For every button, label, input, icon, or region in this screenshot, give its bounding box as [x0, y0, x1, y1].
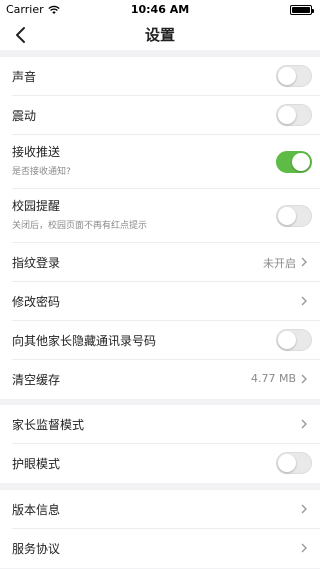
change-password-label: 修改密码 [12, 295, 61, 309]
fingerprint-row[interactable]: 指纹登录 未开启 [12, 243, 320, 282]
change-password-row[interactable]: 修改密码 [12, 282, 320, 321]
chevron-right-icon [301, 296, 307, 306]
page-title: 设置 [144, 26, 175, 44]
hide-contacts-row[interactable]: 向其他家长隐藏通讯录号码 [12, 321, 320, 360]
toggle-knob [292, 153, 310, 171]
vibration-row[interactable]: 震动 [12, 96, 320, 135]
settings-section-main: 声音 震动 接收推送 是否接收通知? 校园提醒 关闭后，校园页面不再有红点提示 … [0, 57, 320, 399]
push-row[interactable]: 接收推送 是否接收通知? [12, 135, 320, 189]
campus-remind-sublabel: 关闭后，校园页面不再有红点提示 [12, 221, 148, 231]
settings-section-modes: 家长监督模式 护眼模式 [0, 405, 320, 483]
fingerprint-value: 未开启 [263, 257, 296, 270]
clear-cache-label: 清空缓存 [12, 373, 61, 387]
eye-care-toggle[interactable] [276, 452, 312, 474]
toggle-knob [278, 331, 296, 349]
campus-remind-row[interactable]: 校园提醒 关闭后，校园页面不再有红点提示 [12, 189, 320, 243]
campus-remind-toggle[interactable] [276, 205, 312, 227]
chevron-right-icon [301, 543, 307, 553]
settings-section-about: 版本信息 服务协议 [0, 490, 320, 568]
sound-row[interactable]: 声音 [12, 57, 320, 96]
push-toggle[interactable] [276, 151, 312, 173]
toggle-knob [278, 106, 296, 124]
chevron-right-icon [301, 504, 307, 514]
terms-label: 服务协议 [12, 542, 61, 556]
chevron-right-icon [301, 419, 307, 429]
clear-cache-row[interactable]: 清空缓存 4.77 MB [12, 360, 320, 399]
parental-mode-label: 家长监督模式 [12, 418, 85, 432]
fingerprint-label: 指纹登录 [12, 256, 61, 270]
version-row[interactable]: 版本信息 [12, 490, 320, 529]
hide-contacts-toggle[interactable] [276, 329, 312, 351]
campus-remind-label: 校园提醒 [12, 199, 61, 213]
toggle-knob [278, 454, 296, 472]
terms-row[interactable]: 服务协议 [12, 529, 320, 568]
version-label: 版本信息 [12, 503, 61, 517]
eye-care-row[interactable]: 护眼模式 [12, 444, 320, 483]
sound-toggle[interactable] [276, 65, 312, 87]
cache-size-value: 4.77 MB [250, 372, 296, 385]
battery-icon [290, 5, 314, 15]
status-time: 10:46 AM [130, 3, 190, 16]
toggle-knob [278, 67, 296, 85]
eye-care-label: 护眼模式 [12, 457, 61, 471]
vibration-toggle[interactable] [276, 104, 312, 126]
chevron-right-icon [301, 257, 307, 267]
status-bar: Carrier 10:46 AM [0, 0, 320, 20]
parental-mode-row[interactable]: 家长监督模式 [12, 405, 320, 444]
vibration-label: 震动 [12, 109, 37, 123]
push-sublabel: 是否接收通知? [12, 167, 71, 177]
sound-label: 声音 [12, 70, 37, 84]
toggle-knob [278, 207, 296, 225]
hide-contacts-label: 向其他家长隐藏通讯录号码 [12, 334, 157, 348]
nav-bar: 设置 [0, 20, 320, 50]
push-label: 接收推送 [12, 145, 61, 159]
chevron-right-icon [301, 374, 307, 384]
